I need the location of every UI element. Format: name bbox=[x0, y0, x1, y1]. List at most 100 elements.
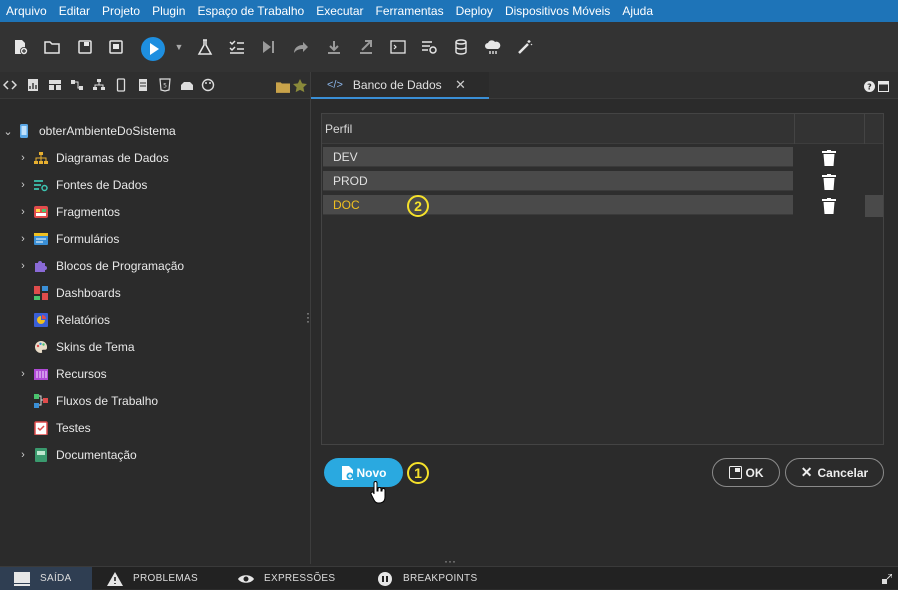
cancel-button[interactable]: ✕ Cancelar bbox=[785, 458, 884, 487]
table-row-selected[interactable]: DOC bbox=[323, 195, 793, 215]
save-icon[interactable] bbox=[76, 38, 94, 56]
menu-plugin[interactable]: Plugin bbox=[152, 4, 185, 18]
star-icon[interactable] bbox=[293, 79, 307, 93]
menu-projeto[interactable]: Projeto bbox=[102, 4, 140, 18]
chevron-right-icon[interactable]: › bbox=[18, 449, 28, 461]
row-cell-perfil: DEV bbox=[333, 149, 358, 164]
workflow-icon bbox=[34, 394, 48, 408]
run-icon[interactable] bbox=[140, 36, 166, 62]
menu-ajuda[interactable]: Ajuda bbox=[622, 4, 653, 18]
dashboard-icon bbox=[34, 286, 48, 300]
tab-problemas[interactable]: PROBLEMAS bbox=[107, 567, 198, 590]
chevron-down-icon[interactable]: ⌄ bbox=[3, 125, 13, 138]
new-file-icon[interactable] bbox=[11, 38, 29, 56]
magic-wand-icon[interactable] bbox=[516, 38, 534, 56]
column-separator bbox=[794, 114, 795, 144]
row-scroll-cell bbox=[865, 195, 883, 217]
tab-saida[interactable]: SAÍDA bbox=[0, 567, 92, 590]
drag-handle-icon[interactable]: · · · bbox=[306, 307, 310, 327]
run-dropdown-icon[interactable]: ▼ bbox=[174, 38, 184, 56]
expand-panel-icon[interactable] bbox=[882, 573, 893, 584]
chart-doc-icon[interactable] bbox=[26, 78, 40, 92]
tree-root[interactable]: ⌄ obterAmbienteDoSistema bbox=[3, 121, 176, 141]
tree-item-formularios[interactable]: › Formulários bbox=[18, 229, 119, 249]
menu-editar[interactable]: Editar bbox=[59, 4, 90, 18]
tree-item-dashboards[interactable]: Dashboards bbox=[34, 283, 121, 303]
mobile-app-icon bbox=[19, 124, 29, 138]
database-icon[interactable] bbox=[452, 38, 470, 56]
tab-banco-de-dados[interactable]: </> Banco de Dados ✕ bbox=[311, 72, 489, 99]
mobile-icon[interactable] bbox=[114, 78, 128, 92]
tree-item-diagramas[interactable]: › Diagramas de Dados bbox=[18, 148, 169, 168]
trash-icon[interactable] bbox=[822, 197, 836, 214]
chevron-right-icon[interactable]: › bbox=[18, 233, 28, 245]
project-tree: ⌄ obterAmbienteDoSistema › Diagramas de … bbox=[0, 99, 310, 564]
code-view-icon[interactable] bbox=[2, 78, 18, 92]
bottom-panel-bar: SAÍDA PROBLEMAS EXPRESSÕES BREAKPOINTS bbox=[0, 566, 898, 590]
tab-expressoes[interactable]: EXPRESSÕES bbox=[238, 567, 335, 590]
maximize-icon[interactable] bbox=[878, 81, 889, 92]
menu-dispositivos-moveis[interactable]: Dispositivos Móveis bbox=[505, 4, 610, 18]
grid-header: Perfil bbox=[322, 114, 883, 144]
resources-icon bbox=[34, 367, 48, 381]
window-icon bbox=[728, 466, 742, 479]
export-icon[interactable] bbox=[357, 38, 375, 56]
tree-item-fluxos[interactable]: Fluxos de Trabalho bbox=[34, 391, 158, 411]
tree-item-skins[interactable]: Skins de Tema bbox=[34, 337, 135, 357]
share-icon[interactable] bbox=[291, 38, 309, 56]
menu-deploy[interactable]: Deploy bbox=[456, 4, 493, 18]
table-row[interactable]: DEV bbox=[323, 147, 793, 167]
callout-badge-1: 1 bbox=[407, 462, 429, 484]
layout-icon[interactable] bbox=[48, 78, 62, 92]
flask-icon[interactable] bbox=[196, 38, 214, 56]
menu-espaco-de-trabalho[interactable]: Espaço de Trabalho bbox=[197, 4, 304, 18]
trash-icon[interactable] bbox=[822, 149, 836, 166]
folder-icon[interactable] bbox=[276, 80, 290, 93]
open-folder-icon[interactable] bbox=[43, 38, 61, 56]
tree-item-label: Recursos bbox=[56, 367, 107, 381]
tree-item-fontes[interactable]: › Fontes de Dados bbox=[18, 175, 147, 195]
table-row[interactable]: PROD bbox=[323, 171, 793, 191]
new-button[interactable]: Novo bbox=[324, 458, 403, 487]
menu-executar[interactable]: Executar bbox=[316, 4, 363, 18]
import-icon[interactable] bbox=[325, 38, 343, 56]
menu-ferramentas[interactable]: Ferramentas bbox=[376, 4, 444, 18]
column-header-perfil: Perfil bbox=[325, 122, 353, 136]
row-cell-perfil: DOC bbox=[333, 197, 360, 212]
tree-item-documentacao[interactable]: › Documentação bbox=[18, 445, 137, 465]
tree-item-testes[interactable]: Testes bbox=[34, 418, 91, 438]
trash-icon[interactable] bbox=[822, 173, 836, 190]
close-icon[interactable]: ✕ bbox=[455, 77, 466, 93]
palette-icon[interactable] bbox=[201, 78, 215, 92]
save-all-icon[interactable] bbox=[107, 38, 125, 56]
terminal-icon[interactable] bbox=[389, 38, 407, 56]
hierarchy-icon[interactable] bbox=[92, 78, 106, 92]
html5-icon[interactable]: 5 bbox=[158, 78, 172, 92]
help-icon[interactable]: ? bbox=[864, 81, 875, 92]
data-search-icon[interactable] bbox=[420, 38, 438, 56]
tab-title: Banco de Dados bbox=[352, 77, 442, 92]
server-icon[interactable] bbox=[136, 78, 150, 92]
chevron-right-icon[interactable]: › bbox=[18, 368, 28, 380]
tree-item-fragmentos[interactable]: › Fragmentos bbox=[18, 202, 120, 222]
tree-item-blocos[interactable]: › Blocos de Programação bbox=[18, 256, 184, 276]
cloud-icon[interactable] bbox=[484, 38, 502, 56]
resize-handle-icon[interactable]: ··· bbox=[444, 555, 456, 567]
editor-panel: Perfil DEV PROD DOC 2 Novo 1 OK ✕ Cancel… bbox=[311, 99, 898, 567]
test-icon bbox=[34, 421, 48, 436]
book-icon bbox=[34, 448, 48, 462]
ok-button[interactable]: OK bbox=[712, 458, 780, 487]
tree-item-recursos[interactable]: › Recursos bbox=[18, 364, 107, 384]
chevron-right-icon[interactable]: › bbox=[18, 152, 28, 164]
step-over-icon[interactable] bbox=[259, 38, 277, 56]
menu-arquivo[interactable]: Arquivo bbox=[6, 4, 47, 18]
chevron-right-icon[interactable]: › bbox=[18, 179, 28, 191]
flow-icon[interactable] bbox=[70, 78, 84, 92]
chevron-right-icon[interactable]: › bbox=[18, 260, 28, 272]
tree-item-relatorios[interactable]: Relatórios bbox=[34, 310, 110, 330]
checklist-icon[interactable] bbox=[228, 38, 246, 56]
new-file-icon bbox=[341, 465, 354, 480]
robot-icon[interactable] bbox=[180, 78, 194, 92]
chevron-right-icon[interactable]: › bbox=[18, 206, 28, 218]
tab-breakpoints[interactable]: BREAKPOINTS bbox=[377, 567, 477, 590]
